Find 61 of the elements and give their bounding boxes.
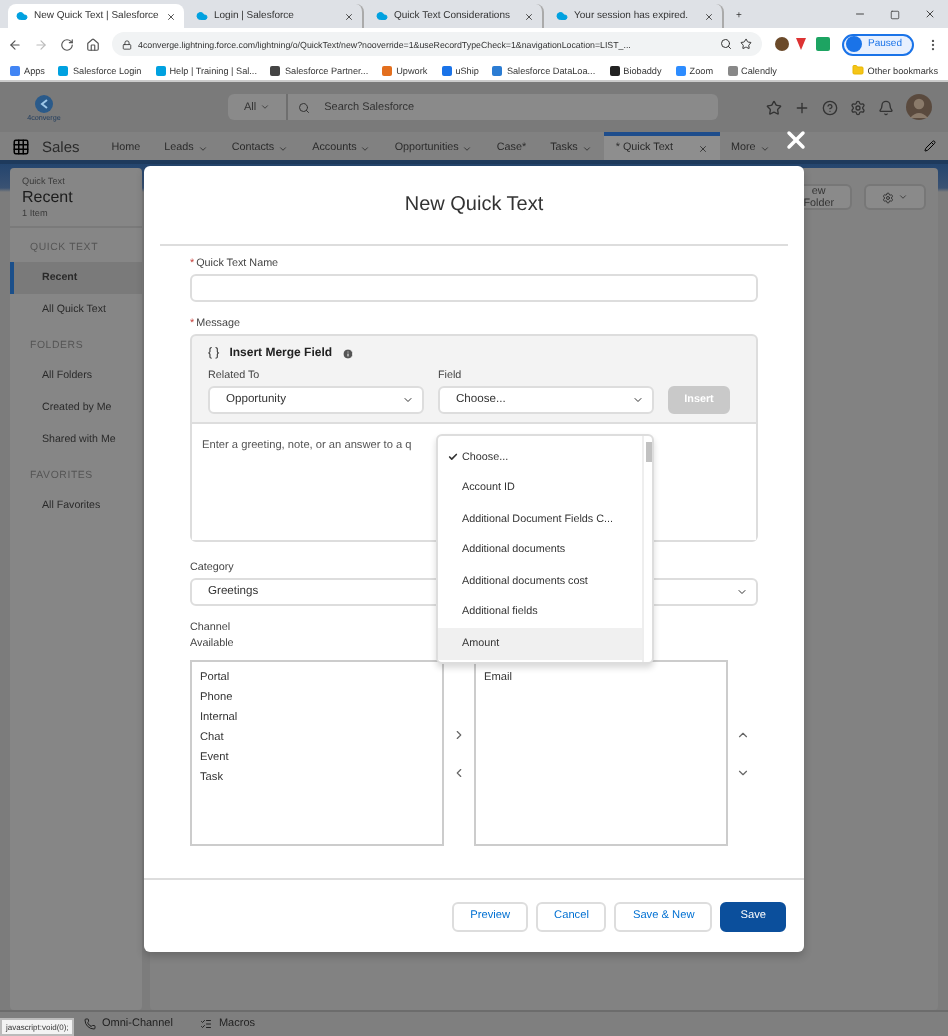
search-icon (298, 101, 311, 113)
back-icon (8, 37, 22, 51)
chevron-down-icon (462, 143, 473, 153)
settings-icon (850, 99, 866, 115)
home-icon (86, 37, 100, 51)
close-icon (924, 8, 936, 20)
info-icon (342, 348, 355, 360)
folder-icon (851, 64, 864, 76)
chevron-down-icon (197, 143, 208, 153)
move-up-button[interactable] (736, 727, 750, 741)
maximize-icon (890, 9, 900, 19)
move-right-button[interactable] (452, 727, 466, 741)
cloud-icon (16, 10, 28, 22)
help-icon (822, 99, 838, 115)
settings-icon (882, 191, 894, 203)
extension-icons[interactable] (774, 36, 831, 52)
avatar-icon (846, 36, 863, 52)
bookmark-icon (155, 65, 166, 75)
bookmark-icon (609, 65, 620, 75)
cloud-icon (376, 10, 388, 22)
scrollbar[interactable] (642, 436, 652, 662)
caret-icon (260, 102, 271, 112)
bookmark-icon (58, 65, 69, 75)
add-icon (794, 99, 810, 115)
bookmark-icon (270, 65, 281, 75)
app-launcher-icon (12, 137, 30, 155)
cloud-icon (556, 10, 568, 22)
search-icon (720, 38, 733, 50)
cloud-icon (196, 10, 208, 22)
minimize-icon (854, 8, 866, 20)
caret-icon (736, 586, 748, 598)
bookmark-icon (441, 65, 452, 75)
lock-icon (122, 39, 132, 49)
caret-icon (632, 394, 644, 406)
forward-icon (34, 37, 48, 51)
star-icon (766, 99, 782, 115)
bookmark-icon (10, 65, 20, 75)
star-icon (740, 38, 753, 50)
reload-icon (60, 37, 74, 51)
modal-title: New Quick Text (160, 166, 788, 246)
chevron-down-icon (360, 143, 371, 153)
caret-icon (759, 143, 770, 153)
caret-icon (898, 192, 908, 202)
bookmark-icon (492, 65, 503, 75)
bell-icon (878, 99, 894, 115)
list-icon (200, 1018, 213, 1030)
list-title: Recent (22, 188, 75, 206)
close-button[interactable] (782, 126, 810, 154)
logo-icon (34, 93, 54, 113)
caret-icon (402, 394, 414, 406)
pencil-icon (924, 140, 936, 152)
chevron-down-icon (278, 143, 289, 153)
chevron-down-icon (581, 143, 592, 153)
move-left-button[interactable] (452, 765, 466, 779)
bookmark-icon (727, 65, 738, 75)
move-down-button[interactable] (736, 765, 750, 779)
input-field[interactable] (190, 274, 758, 302)
bookmark-icon (675, 65, 686, 75)
phone-icon (84, 1018, 96, 1030)
bookmark-icon (382, 65, 393, 75)
menu-icon (926, 37, 940, 51)
